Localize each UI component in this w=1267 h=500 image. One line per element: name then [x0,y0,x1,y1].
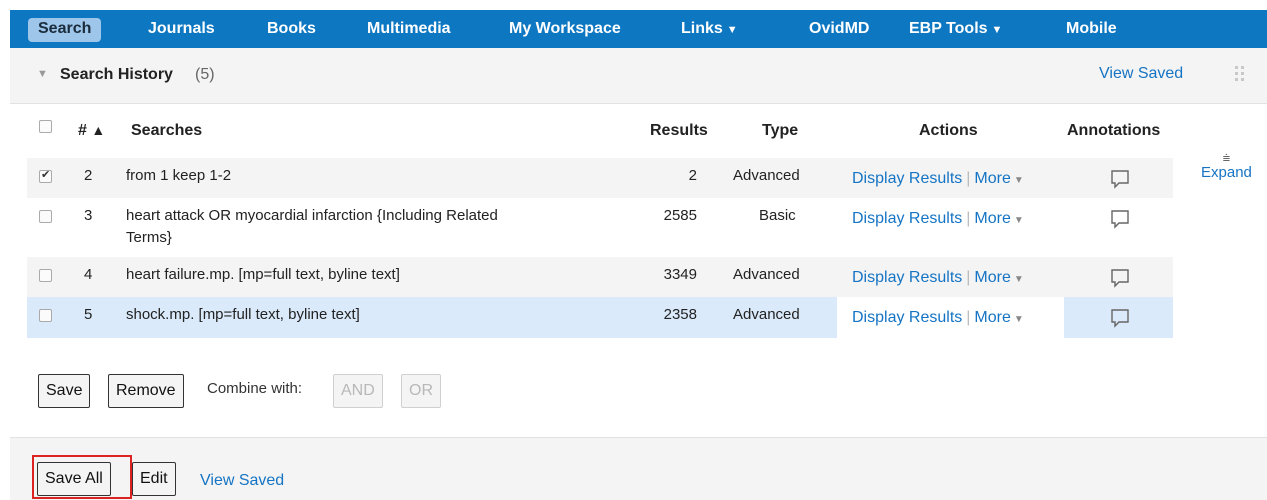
search-query: shock.mp. [mp=full text, byline text] [126,306,360,323]
search-type: Advanced [733,306,800,323]
triangle-down-icon[interactable]: ▼ [37,68,48,80]
more-dropdown[interactable]: More [974,309,1010,326]
column-searches-header: Searches [131,122,203,139]
nav-books[interactable]: Books [267,19,316,39]
result-count: 3349 [663,266,697,283]
display-results-link[interactable]: Display Results [852,309,962,326]
chevron-down-icon: ▼ [1013,175,1024,186]
save-button[interactable]: Save [38,374,91,408]
save-all-button[interactable]: Save All [37,462,111,496]
comment-icon[interactable] [1110,308,1130,328]
display-results-link[interactable]: Display Results [852,269,962,286]
top-nav-bar: Search Journals Books Multimedia My Work… [10,10,1267,48]
table-row: 5 shock.mp. [mp=full text, byline text] … [27,297,1173,338]
search-history-footer: Save All Edit View Saved [10,437,1267,500]
comment-icon[interactable] [1110,209,1130,229]
column-actions-header: Actions [919,122,978,139]
table-row: 3 heart attack OR myocardial infarction … [27,198,1173,257]
chevron-down-icon: ▼ [726,24,738,36]
result-count: 2 [688,167,697,184]
row-actions: Display Results | More ▼ [852,210,1024,227]
more-dropdown[interactable]: More [974,269,1010,286]
sort-ascending-icon: ▲ [91,122,106,138]
chevron-down-icon: ▼ [1013,274,1024,285]
nav-search[interactable]: Search [28,18,102,42]
search-type: Basic [759,207,796,224]
select-all-checkbox[interactable] [39,120,52,133]
view-saved-link[interactable]: View Saved [200,472,284,490]
chevron-down-icon: ▼ [1013,215,1024,226]
search-type: Advanced [733,167,800,184]
row-actions: Display Results | More ▼ [852,170,1024,187]
drag-grip-icon[interactable] [1235,66,1245,84]
search-history-panel: ▼ Search History (5) View Saved # ▲ Sear… [10,48,1267,438]
row-number: 5 [84,306,93,323]
search-type: Advanced [733,266,800,283]
column-results-header: Results [650,122,708,139]
row-number: 3 [84,207,93,224]
search-history-header: ▼ Search History (5) View Saved [10,48,1267,104]
result-count: 2585 [663,207,697,224]
column-number-header[interactable]: # ▲ [78,122,105,140]
table-header-row: # ▲ Searches Results Type Actions Annota… [27,104,1173,158]
view-saved-link-top[interactable]: View Saved [1099,65,1183,83]
remove-button[interactable]: Remove [108,374,184,408]
table-row: 2 from 1 keep 1-2 2 Advanced Display Res… [27,158,1173,198]
nav-my-workspace[interactable]: My Workspace [509,19,621,39]
nav-mobile[interactable]: Mobile [1066,19,1117,39]
row-number: 2 [84,167,93,184]
row-actions: Display Results | More ▼ [852,269,1024,286]
display-results-link[interactable]: Display Results [852,210,962,227]
row-actions: Display Results | More ▼ [852,309,1024,326]
column-annotations-header: Annotations [1067,122,1161,139]
row-checkbox[interactable] [39,210,52,223]
combine-with-label: Combine with: [207,380,303,397]
combine-or-button[interactable]: OR [401,374,441,408]
expand-button[interactable]: ⩧ Expand [1201,150,1252,181]
nav-journals[interactable]: Journals [148,19,215,39]
search-query-continued: Terms} [126,229,172,246]
nav-multimedia[interactable]: Multimedia [367,19,451,39]
result-count: 2358 [663,306,697,323]
comment-icon[interactable] [1110,169,1130,189]
row-checkbox[interactable] [39,168,52,183]
search-query: from 1 keep 1-2 [126,167,232,184]
nav-ebp-tools-label: EBP Tools [909,20,988,37]
comment-icon[interactable] [1110,268,1130,288]
expand-label: Expand [1201,164,1252,181]
chevron-down-icon: ▼ [1013,314,1024,325]
expand-icon: ⩧ [1222,150,1231,165]
more-dropdown[interactable]: More [974,210,1010,227]
row-number: 4 [84,266,93,283]
search-query: heart failure.mp. [mp=full text, byline … [126,266,400,283]
chevron-down-icon: ▼ [991,24,1003,36]
edit-button[interactable]: Edit [132,462,176,496]
nav-links-label: Links [681,20,723,37]
nav-ovidmd[interactable]: OvidMD [809,19,869,39]
more-dropdown[interactable]: More [974,170,1010,187]
display-results-link[interactable]: Display Results [852,170,962,187]
search-history-count: (5) [195,66,215,83]
nav-links[interactable]: Links ▼ [681,19,738,40]
search-history-title: Search History [60,66,173,83]
row-checkbox[interactable] [39,309,52,322]
table-row: 4 heart failure.mp. [mp=full text, bylin… [27,257,1173,297]
row-checkbox[interactable] [39,269,52,282]
column-type-header: Type [762,122,799,139]
search-query: heart attack OR myocardial infarction {I… [126,207,498,224]
combine-and-button[interactable]: AND [333,374,383,408]
nav-ebp-tools[interactable]: EBP Tools ▼ [909,19,1002,40]
number-header-label: # [78,122,87,139]
